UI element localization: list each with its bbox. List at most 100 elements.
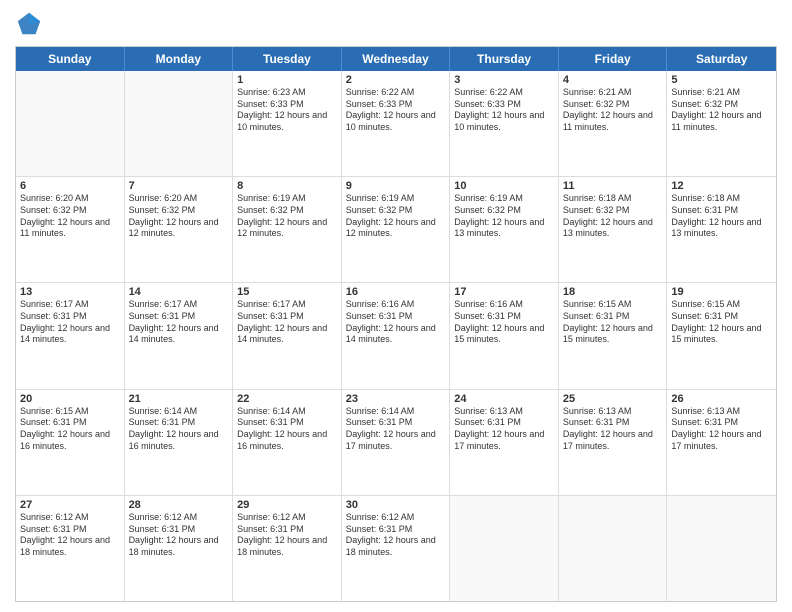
day-info: Sunrise: 6:13 AMSunset: 6:31 PMDaylight:… (454, 406, 554, 453)
day-info: Sunrise: 6:21 AMSunset: 6:32 PMDaylight:… (671, 87, 772, 134)
day-number: 23 (346, 393, 446, 405)
day-number: 25 (563, 393, 663, 405)
calendar-cell: 1Sunrise: 6:23 AMSunset: 6:33 PMDaylight… (233, 71, 342, 176)
calendar-cell: 26Sunrise: 6:13 AMSunset: 6:31 PMDayligh… (667, 390, 776, 495)
day-info: Sunrise: 6:13 AMSunset: 6:31 PMDaylight:… (563, 406, 663, 453)
day-info: Sunrise: 6:14 AMSunset: 6:31 PMDaylight:… (346, 406, 446, 453)
day-info: Sunrise: 6:12 AMSunset: 6:31 PMDaylight:… (346, 512, 446, 559)
day-number: 15 (237, 286, 337, 298)
day-number: 21 (129, 393, 229, 405)
day-number: 3 (454, 74, 554, 86)
day-info: Sunrise: 6:12 AMSunset: 6:31 PMDaylight:… (129, 512, 229, 559)
day-number: 30 (346, 499, 446, 511)
calendar-cell: 13Sunrise: 6:17 AMSunset: 6:31 PMDayligh… (16, 283, 125, 388)
day-info: Sunrise: 6:23 AMSunset: 6:33 PMDaylight:… (237, 87, 337, 134)
calendar-cell: 30Sunrise: 6:12 AMSunset: 6:31 PMDayligh… (342, 496, 451, 601)
day-info: Sunrise: 6:19 AMSunset: 6:32 PMDaylight:… (346, 193, 446, 240)
day-number: 22 (237, 393, 337, 405)
day-info: Sunrise: 6:13 AMSunset: 6:31 PMDaylight:… (671, 406, 772, 453)
calendar-cell: 15Sunrise: 6:17 AMSunset: 6:31 PMDayligh… (233, 283, 342, 388)
day-number: 13 (20, 286, 120, 298)
day-info: Sunrise: 6:15 AMSunset: 6:31 PMDaylight:… (20, 406, 120, 453)
day-number: 12 (671, 180, 772, 192)
logo-icon (15, 10, 43, 38)
calendar-cell (667, 496, 776, 601)
day-info: Sunrise: 6:12 AMSunset: 6:31 PMDaylight:… (20, 512, 120, 559)
calendar-cell: 24Sunrise: 6:13 AMSunset: 6:31 PMDayligh… (450, 390, 559, 495)
calendar-cell: 2Sunrise: 6:22 AMSunset: 6:33 PMDaylight… (342, 71, 451, 176)
calendar-row-2: 13Sunrise: 6:17 AMSunset: 6:31 PMDayligh… (16, 283, 776, 389)
calendar-cell: 18Sunrise: 6:15 AMSunset: 6:31 PMDayligh… (559, 283, 668, 388)
day-info: Sunrise: 6:19 AMSunset: 6:32 PMDaylight:… (237, 193, 337, 240)
calendar-cell: 4Sunrise: 6:21 AMSunset: 6:32 PMDaylight… (559, 71, 668, 176)
calendar-header: SundayMondayTuesdayWednesdayThursdayFrid… (16, 47, 776, 71)
day-number: 14 (129, 286, 229, 298)
day-number: 16 (346, 286, 446, 298)
day-info: Sunrise: 6:15 AMSunset: 6:31 PMDaylight:… (563, 299, 663, 346)
calendar-cell: 6Sunrise: 6:20 AMSunset: 6:32 PMDaylight… (16, 177, 125, 282)
calendar-cell: 27Sunrise: 6:12 AMSunset: 6:31 PMDayligh… (16, 496, 125, 601)
day-number: 4 (563, 74, 663, 86)
page: SundayMondayTuesdayWednesdayThursdayFrid… (0, 0, 792, 612)
day-info: Sunrise: 6:20 AMSunset: 6:32 PMDaylight:… (129, 193, 229, 240)
calendar-cell: 11Sunrise: 6:18 AMSunset: 6:32 PMDayligh… (559, 177, 668, 282)
calendar-cell (559, 496, 668, 601)
day-number: 2 (346, 74, 446, 86)
calendar-cell: 19Sunrise: 6:15 AMSunset: 6:31 PMDayligh… (667, 283, 776, 388)
weekday-header-friday: Friday (559, 47, 668, 71)
day-info: Sunrise: 6:18 AMSunset: 6:32 PMDaylight:… (563, 193, 663, 240)
calendar-cell: 25Sunrise: 6:13 AMSunset: 6:31 PMDayligh… (559, 390, 668, 495)
calendar-cell: 16Sunrise: 6:16 AMSunset: 6:31 PMDayligh… (342, 283, 451, 388)
day-info: Sunrise: 6:14 AMSunset: 6:31 PMDaylight:… (237, 406, 337, 453)
day-number: 1 (237, 74, 337, 86)
calendar-body: 1Sunrise: 6:23 AMSunset: 6:33 PMDaylight… (16, 71, 776, 601)
day-number: 18 (563, 286, 663, 298)
weekday-header-wednesday: Wednesday (342, 47, 451, 71)
logo (15, 10, 47, 38)
day-info: Sunrise: 6:17 AMSunset: 6:31 PMDaylight:… (237, 299, 337, 346)
calendar-cell (125, 71, 234, 176)
calendar-cell: 17Sunrise: 6:16 AMSunset: 6:31 PMDayligh… (450, 283, 559, 388)
day-number: 26 (671, 393, 772, 405)
calendar-cell: 29Sunrise: 6:12 AMSunset: 6:31 PMDayligh… (233, 496, 342, 601)
day-number: 8 (237, 180, 337, 192)
day-number: 27 (20, 499, 120, 511)
calendar-cell: 21Sunrise: 6:14 AMSunset: 6:31 PMDayligh… (125, 390, 234, 495)
day-number: 19 (671, 286, 772, 298)
calendar-cell: 20Sunrise: 6:15 AMSunset: 6:31 PMDayligh… (16, 390, 125, 495)
day-number: 24 (454, 393, 554, 405)
weekday-header-tuesday: Tuesday (233, 47, 342, 71)
weekday-header-saturday: Saturday (667, 47, 776, 71)
day-number: 29 (237, 499, 337, 511)
day-number: 9 (346, 180, 446, 192)
day-info: Sunrise: 6:16 AMSunset: 6:31 PMDaylight:… (346, 299, 446, 346)
day-info: Sunrise: 6:20 AMSunset: 6:32 PMDaylight:… (20, 193, 120, 240)
calendar-cell: 8Sunrise: 6:19 AMSunset: 6:32 PMDaylight… (233, 177, 342, 282)
day-info: Sunrise: 6:12 AMSunset: 6:31 PMDaylight:… (237, 512, 337, 559)
calendar-cell: 10Sunrise: 6:19 AMSunset: 6:32 PMDayligh… (450, 177, 559, 282)
day-info: Sunrise: 6:17 AMSunset: 6:31 PMDaylight:… (129, 299, 229, 346)
day-info: Sunrise: 6:19 AMSunset: 6:32 PMDaylight:… (454, 193, 554, 240)
header (15, 10, 777, 38)
day-number: 5 (671, 74, 772, 86)
day-info: Sunrise: 6:15 AMSunset: 6:31 PMDaylight:… (671, 299, 772, 346)
calendar-row-4: 27Sunrise: 6:12 AMSunset: 6:31 PMDayligh… (16, 496, 776, 601)
calendar-row-0: 1Sunrise: 6:23 AMSunset: 6:33 PMDaylight… (16, 71, 776, 177)
calendar-cell: 14Sunrise: 6:17 AMSunset: 6:31 PMDayligh… (125, 283, 234, 388)
weekday-header-thursday: Thursday (450, 47, 559, 71)
calendar-cell: 12Sunrise: 6:18 AMSunset: 6:31 PMDayligh… (667, 177, 776, 282)
day-number: 7 (129, 180, 229, 192)
day-number: 11 (563, 180, 663, 192)
calendar-cell (16, 71, 125, 176)
day-info: Sunrise: 6:21 AMSunset: 6:32 PMDaylight:… (563, 87, 663, 134)
day-number: 6 (20, 180, 120, 192)
weekday-header-sunday: Sunday (16, 47, 125, 71)
calendar: SundayMondayTuesdayWednesdayThursdayFrid… (15, 46, 777, 602)
calendar-cell (450, 496, 559, 601)
calendar-row-3: 20Sunrise: 6:15 AMSunset: 6:31 PMDayligh… (16, 390, 776, 496)
calendar-cell: 23Sunrise: 6:14 AMSunset: 6:31 PMDayligh… (342, 390, 451, 495)
calendar-cell: 7Sunrise: 6:20 AMSunset: 6:32 PMDaylight… (125, 177, 234, 282)
calendar-cell: 28Sunrise: 6:12 AMSunset: 6:31 PMDayligh… (125, 496, 234, 601)
calendar-row-1: 6Sunrise: 6:20 AMSunset: 6:32 PMDaylight… (16, 177, 776, 283)
day-info: Sunrise: 6:17 AMSunset: 6:31 PMDaylight:… (20, 299, 120, 346)
